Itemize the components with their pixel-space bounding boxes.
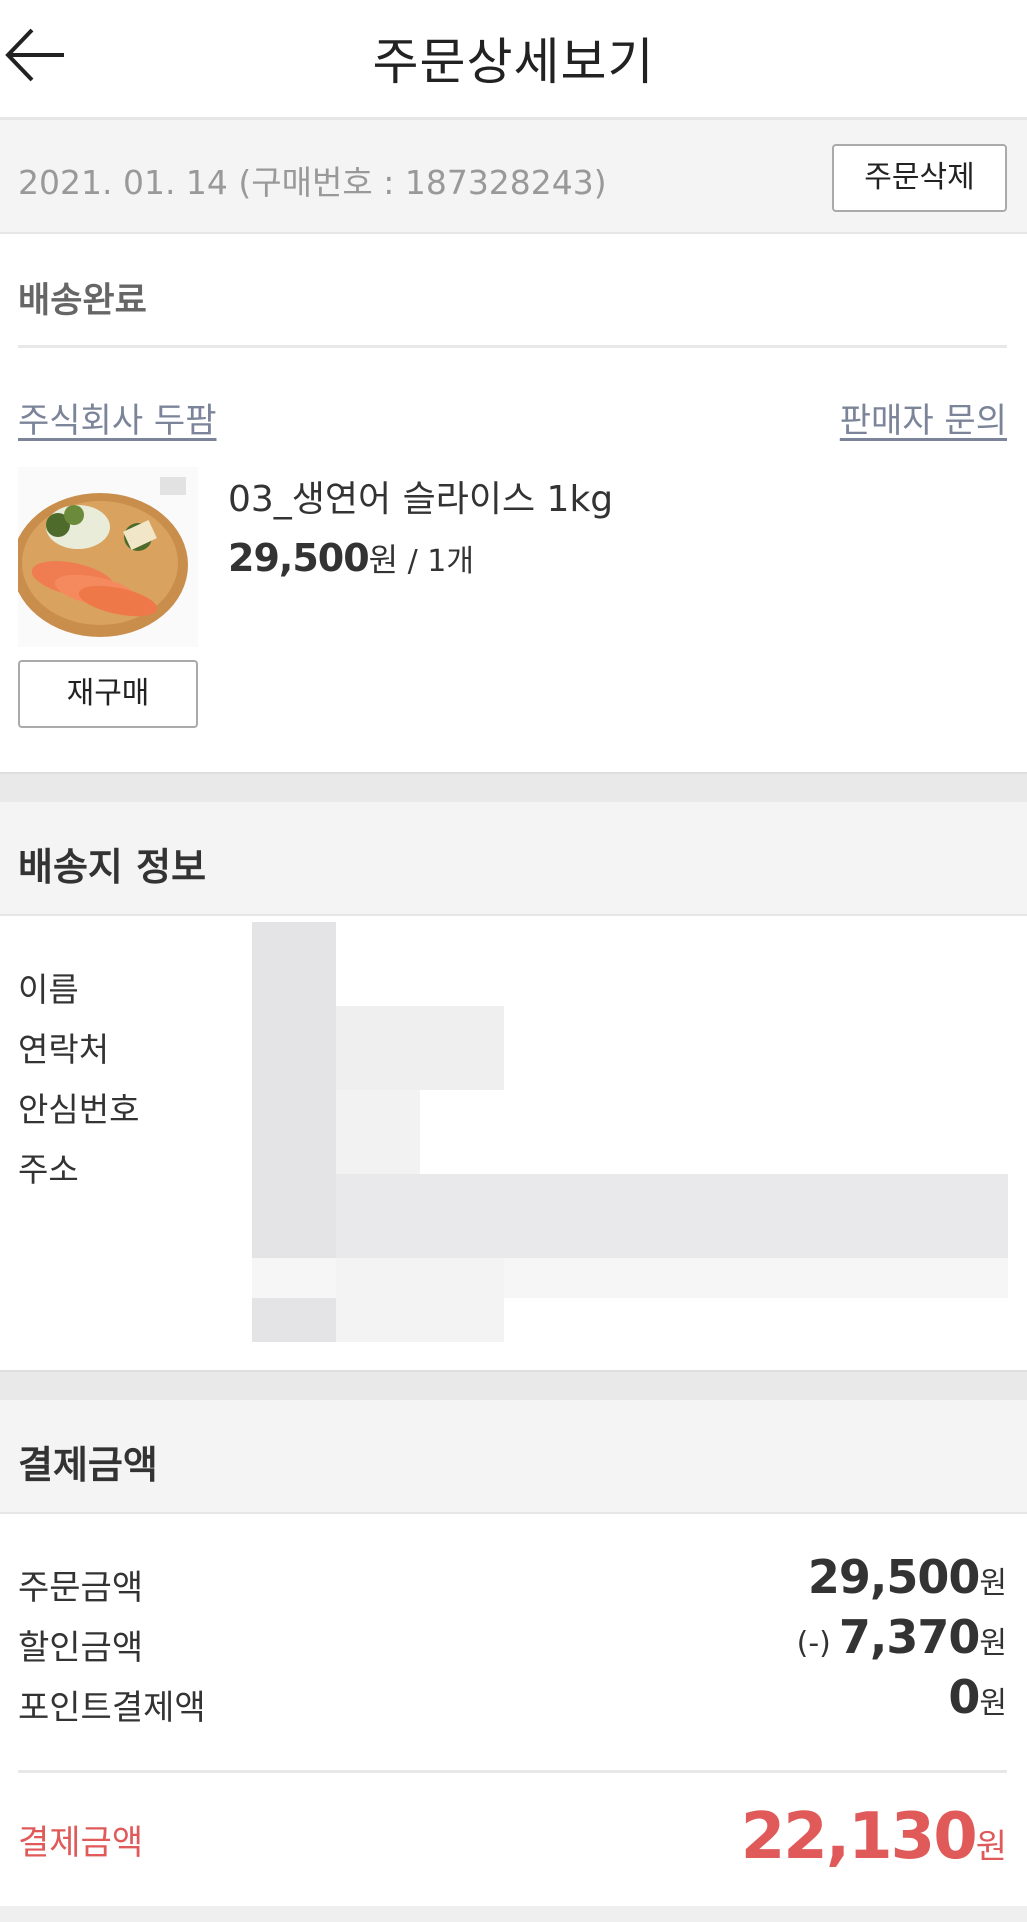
order-amount-unit: 원 xyxy=(979,1566,1007,1601)
app-header: 주문상세보기 xyxy=(0,0,1027,120)
product-image[interactable] xyxy=(18,467,198,647)
seller-inquiry-link[interactable]: 판매자 문의 xyxy=(840,393,1007,442)
divider xyxy=(18,1770,1007,1773)
shipping-section-title: 배송지 정보 xyxy=(18,845,207,889)
shipping-safe-number-label: 안심번호 xyxy=(18,1090,140,1129)
discount-minus-sign: (-) xyxy=(796,1626,831,1661)
point-payment-value: 0원 xyxy=(948,1670,1007,1724)
order-amount-label: 주문금액 xyxy=(18,1568,144,1608)
payment-section-header: 결제금액 xyxy=(0,1400,1027,1514)
payment-section-title: 결제금액 xyxy=(18,1443,158,1487)
shipping-address-label: 주소 xyxy=(18,1150,79,1189)
delete-order-button[interactable]: 주문삭제 xyxy=(832,144,1007,212)
order-amount-value: 29,500원 xyxy=(808,1550,1007,1604)
price-unit: 원 xyxy=(368,541,399,579)
order-info-bar: 2021. 01. 14 (구매번호 : 187328243) 주문삭제 xyxy=(0,120,1027,234)
discount-amount-unit: 원 xyxy=(979,1626,1007,1661)
total-payment-label: 결제금액 xyxy=(18,1823,144,1863)
point-payment-unit: 원 xyxy=(979,1686,1007,1721)
section-separator xyxy=(0,1370,1027,1400)
shipping-section-header: 배송지 정보 xyxy=(0,802,1027,916)
salmon-dish-image xyxy=(18,467,198,647)
discount-amount-label: 할인금액 xyxy=(18,1628,144,1668)
section-separator xyxy=(0,772,1027,802)
seller-name-link[interactable]: 주식회사 두팜 xyxy=(18,393,217,442)
product-quantity: / 1개 xyxy=(398,544,474,579)
discount-amount-value: (-) 7,370원 xyxy=(797,1610,1007,1664)
page-title: 주문상세보기 xyxy=(372,33,655,91)
product-name: 03_생연어 슬라이스 1kg xyxy=(228,479,614,520)
discount-amount-number: 7,370 xyxy=(838,1610,981,1664)
order-date-number: 2021. 01. 14 (구매번호 : 187328243) xyxy=(18,163,607,202)
total-payment-unit: 원 xyxy=(975,1827,1007,1867)
shipping-phone-label: 연락처 xyxy=(18,1030,110,1069)
bottom-bar xyxy=(0,1906,1027,1922)
point-payment-number: 0 xyxy=(948,1670,980,1724)
point-payment-label: 포인트결제액 xyxy=(18,1688,206,1728)
delivery-status: 배송완료 xyxy=(18,281,147,321)
total-payment-value: 22,130원 xyxy=(741,1800,1007,1874)
divider xyxy=(18,345,1007,348)
product-price: 29,500원 / 1개 xyxy=(228,535,474,581)
product-price-value: 29,500 xyxy=(228,536,370,580)
order-amount-number: 29,500 xyxy=(807,1550,981,1604)
shipping-name-label: 이름 xyxy=(18,970,79,1009)
total-payment-number: 22,130 xyxy=(740,1800,978,1874)
rebuy-button[interactable]: 재구매 xyxy=(18,660,198,728)
